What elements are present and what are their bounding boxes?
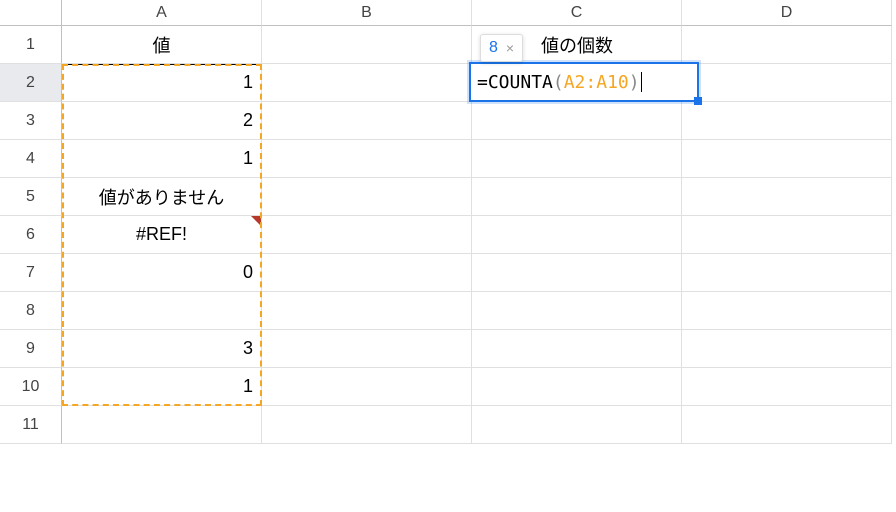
cell-D1[interactable] (682, 26, 892, 64)
formula-function: COUNTA (488, 72, 553, 93)
cell-C5[interactable] (472, 178, 682, 216)
cell-A1[interactable]: 値 (62, 26, 262, 64)
formula-editor[interactable]: =COUNTA(A2:A10) (469, 62, 699, 102)
row-header-7[interactable]: 7 (0, 254, 62, 292)
text-cursor (641, 72, 642, 92)
preview-value: 8 (489, 39, 498, 57)
corner-cell[interactable] (0, 0, 62, 26)
cell-C3[interactable] (472, 102, 682, 140)
cell-A6[interactable]: #REF! (62, 216, 262, 254)
cell-A9[interactable]: 3 (62, 330, 262, 368)
cell-C4[interactable] (472, 140, 682, 178)
cell-D4[interactable] (682, 140, 892, 178)
row-header-10[interactable]: 10 (0, 368, 62, 406)
row-header-2[interactable]: 2 (0, 64, 62, 102)
cell-D2[interactable] (682, 64, 892, 102)
cell-A4[interactable]: 1 (62, 140, 262, 178)
cell-D5[interactable] (682, 178, 892, 216)
cell-D6[interactable] (682, 216, 892, 254)
cell-A7[interactable]: 0 (62, 254, 262, 292)
cell-B6[interactable] (262, 216, 472, 254)
cell-B11[interactable] (262, 406, 472, 444)
row-header-1[interactable]: 1 (0, 26, 62, 64)
row-header-11[interactable]: 11 (0, 406, 62, 444)
cell-D3[interactable] (682, 102, 892, 140)
row-header-6[interactable]: 6 (0, 216, 62, 254)
formula-equals: = (477, 72, 488, 93)
cell-A5[interactable]: 値がありません (62, 178, 262, 216)
cell-B9[interactable] (262, 330, 472, 368)
fill-handle[interactable] (694, 97, 702, 105)
row-header-5[interactable]: 5 (0, 178, 62, 216)
cell-D8[interactable] (682, 292, 892, 330)
cell-B3[interactable] (262, 102, 472, 140)
row-header-3[interactable]: 3 (0, 102, 62, 140)
row-header-8[interactable]: 8 (0, 292, 62, 330)
cell-C6[interactable] (472, 216, 682, 254)
cell-D7[interactable] (682, 254, 892, 292)
cell-B10[interactable] (262, 368, 472, 406)
formula-preview-tooltip: 8 × (480, 34, 523, 62)
close-icon[interactable]: × (506, 40, 514, 56)
column-header-A[interactable]: A (62, 0, 262, 26)
cell-C7[interactable] (472, 254, 682, 292)
formula-range: A2:A10 (564, 72, 629, 93)
cell-C11[interactable] (472, 406, 682, 444)
formula-close-paren: ) (629, 72, 640, 93)
cell-B7[interactable] (262, 254, 472, 292)
cell-B1[interactable] (262, 26, 472, 64)
cell-A3[interactable]: 2 (62, 102, 262, 140)
column-header-D[interactable]: D (682, 0, 892, 26)
row-header-9[interactable]: 9 (0, 330, 62, 368)
cell-A2[interactable]: 1 (62, 64, 262, 102)
cell-C8[interactable] (472, 292, 682, 330)
cell-B8[interactable] (262, 292, 472, 330)
cell-B5[interactable] (262, 178, 472, 216)
row-header-4[interactable]: 4 (0, 140, 62, 178)
cell-D10[interactable] (682, 368, 892, 406)
column-header-C[interactable]: C (472, 0, 682, 26)
cell-A8[interactable] (62, 292, 262, 330)
cell-D9[interactable] (682, 330, 892, 368)
spreadsheet-grid[interactable]: ABCD1値2132415値がありません6#REF!7089310111 (0, 0, 892, 444)
cell-A11[interactable] (62, 406, 262, 444)
cell-D11[interactable] (682, 406, 892, 444)
cell-A10[interactable]: 1 (62, 368, 262, 406)
cell-C10[interactable] (472, 368, 682, 406)
cell-B2[interactable] (262, 64, 472, 102)
column-header-B[interactable]: B (262, 0, 472, 26)
cell-B4[interactable] (262, 140, 472, 178)
formula-open-paren: ( (553, 72, 564, 93)
cell-C9[interactable] (472, 330, 682, 368)
